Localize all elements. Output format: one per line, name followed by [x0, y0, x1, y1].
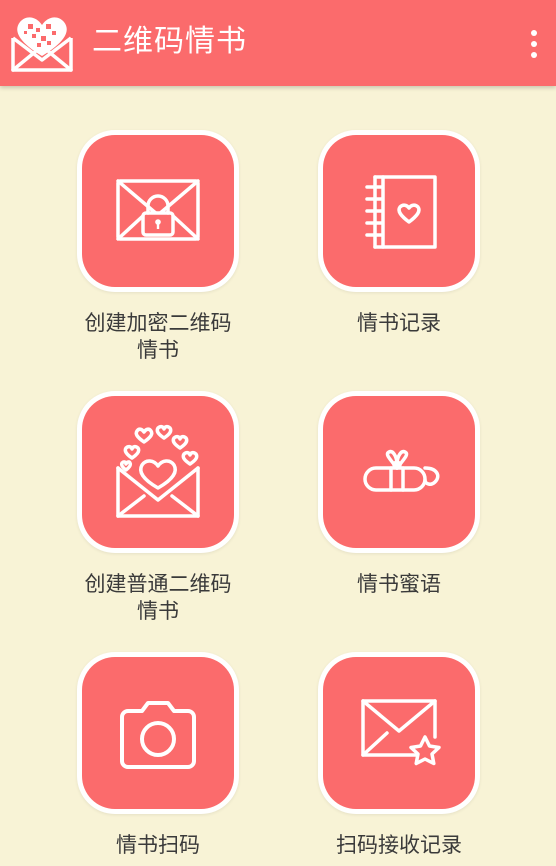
tile-icon-frame: [77, 652, 239, 814]
tile-label-line: 创建加密二维码 情书: [84, 311, 232, 362]
camera-icon: [120, 701, 196, 769]
app-logo-icon: [8, 10, 76, 76]
heart-envelope-logo-icon: [11, 17, 73, 72]
menu-dot-icon: [531, 41, 537, 47]
tile-icon-background: [323, 135, 475, 287]
tile-label-line: 创建普通二维码 情书: [84, 572, 232, 623]
ribbon-scroll-icon: [363, 449, 440, 492]
tile-icon-background: [82, 657, 234, 809]
tile-label: 扫码接收记录: [336, 833, 462, 857]
tile-label: 情书记录: [357, 311, 441, 335]
tile-label: 创建加密二维码 情书: [48, 310, 268, 364]
tile-icon-background: [323, 396, 475, 548]
tile-icon-frame: [77, 130, 239, 292]
app-title: 二维码情书: [92, 24, 247, 59]
locked-envelope-icon: [116, 179, 200, 241]
heart-notebook-icon: [365, 175, 437, 249]
overflow-menu-button[interactable]: [522, 26, 546, 62]
tile-label: 创建普通二维码 情书: [48, 571, 268, 625]
envelope-star-icon: [361, 699, 441, 766]
tile-icon-background: [82, 135, 234, 287]
tile-icon-frame: [318, 391, 480, 553]
menu-dot-icon: [531, 30, 537, 36]
tile-label: 情书蜜语: [357, 572, 441, 596]
tile-icon-frame: [318, 130, 480, 292]
app-bar: 二维码情书: [0, 0, 556, 86]
menu-dot-icon: [531, 52, 537, 58]
tile-icon-background: [82, 396, 234, 548]
hearts-envelope-icon: [116, 424, 200, 518]
tile-label: 情书扫码: [116, 833, 200, 857]
tile-icon-frame: [318, 652, 480, 814]
tile-icon-background: [323, 657, 475, 809]
tile-icon-frame: [77, 391, 239, 553]
